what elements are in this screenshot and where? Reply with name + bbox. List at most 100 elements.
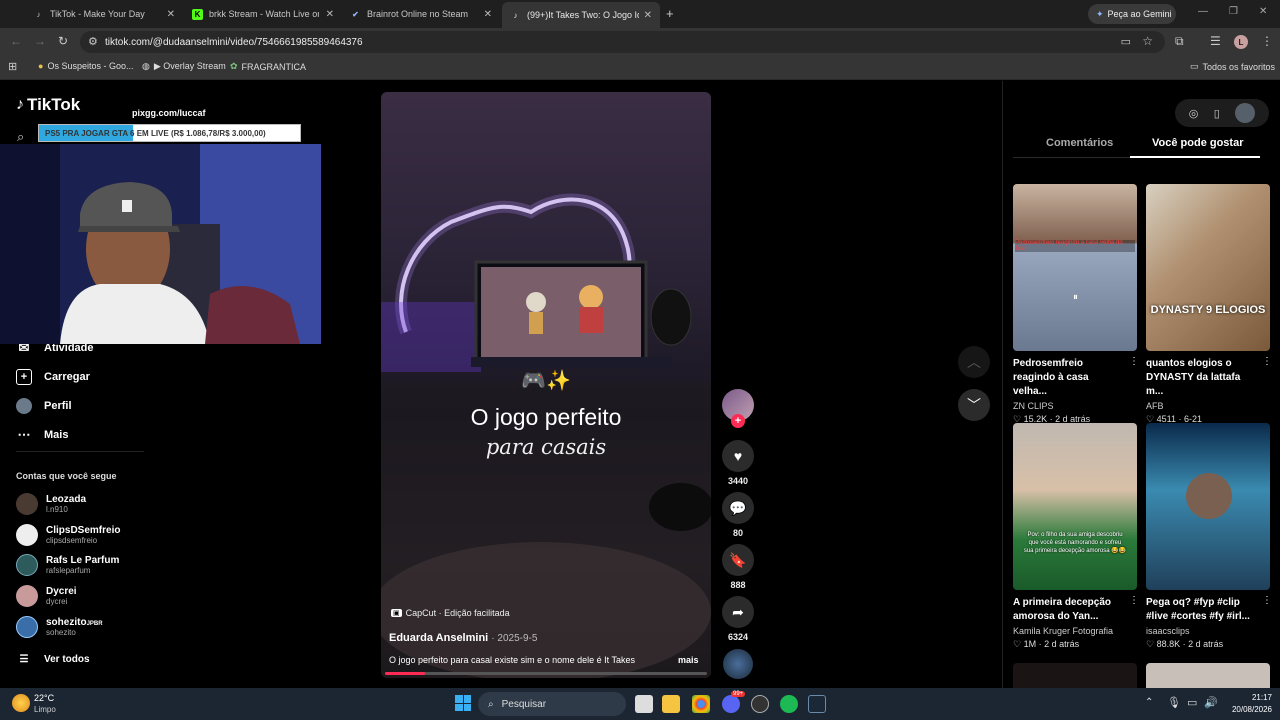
- weather-icon[interactable]: [12, 694, 30, 712]
- spotify-icon[interactable]: [780, 695, 798, 713]
- close-tab-icon[interactable]: ✕: [326, 9, 334, 20]
- browser-tab-kick[interactable]: K brkk Stream - Watch Live on Ki ✕: [184, 4, 342, 24]
- maximize-button[interactable]: ❐: [1229, 6, 1238, 17]
- forward-icon[interactable]: →: [34, 34, 46, 48]
- card-thumbnail-partial[interactable]: [1013, 663, 1137, 688]
- following-item[interactable]: Leozada l.n910: [16, 493, 86, 515]
- sidebar-item-mais[interactable]: ⋯ Mais: [16, 427, 69, 443]
- tray-chevron-icon[interactable]: ⌃: [1145, 697, 1153, 708]
- profile-avatar[interactable]: L: [1234, 35, 1248, 49]
- close-tab-icon[interactable]: ✕: [167, 9, 175, 20]
- profile-icon: [16, 398, 32, 414]
- steam-icon[interactable]: [808, 695, 826, 713]
- recommendation-card[interactable]: Pega oq? #fyp #clip #live #cortes #fy #i…: [1146, 423, 1272, 650]
- share-icon[interactable]: ➦: [722, 596, 754, 628]
- more-button[interactable]: mais: [678, 655, 699, 665]
- site-info-icon[interactable]: ⚙: [88, 35, 98, 48]
- sidebar-item-label: Carregar: [44, 371, 90, 383]
- browser-tab-steam[interactable]: ✔ Brainrot Online no Steam ✕: [342, 4, 500, 24]
- task-view-icon[interactable]: [635, 695, 653, 713]
- following-item[interactable]: Rafs Le Parfum rafsleparfum: [16, 554, 119, 576]
- share-action[interactable]: ➦ 6324: [722, 596, 754, 642]
- back-icon[interactable]: ←: [10, 34, 22, 48]
- card-menu-icon[interactable]: ⋮: [1262, 595, 1272, 606]
- recommendation-card[interactable]: Pedrosemfreio reagindo a casa velha do T…: [1013, 184, 1139, 425]
- user-avatar[interactable]: [1235, 103, 1256, 123]
- video-progress-bar[interactable]: [385, 672, 707, 675]
- discord-icon[interactable]: [722, 695, 740, 713]
- following-item[interactable]: sohezitoJPBR sohezito: [16, 616, 103, 638]
- globe-icon: ◍: [142, 61, 150, 71]
- close-window-button[interactable]: ✕: [1259, 6, 1267, 17]
- card-menu-icon[interactable]: ⋮: [1129, 595, 1139, 606]
- card-thumbnail[interactable]: Pov: o filho da sua amiga descobriu que …: [1013, 423, 1137, 590]
- tab-title: brkk Stream - Watch Live on Ki: [209, 9, 319, 19]
- new-tab-button[interactable]: +: [666, 6, 674, 21]
- card-thumbnail[interactable]: Pedrosemfreio reagindo a casa velha do T…: [1013, 184, 1137, 351]
- bookmark-suspeitos[interactable]: ● Os Suspeitos - Goo...: [38, 61, 133, 71]
- taskbar-search[interactable]: ⌕ Pesquisar: [478, 692, 626, 716]
- tab-comentarios[interactable]: Comentários: [1046, 137, 1113, 149]
- address-bar[interactable]: ⚙ tiktok.com/@dudaanselmini/video/754666…: [80, 31, 1165, 53]
- heart-icon[interactable]: ♥: [722, 440, 754, 472]
- network-icon[interactable]: ▭: [1187, 696, 1197, 709]
- card-thumbnail[interactable]: [1146, 423, 1270, 590]
- browser-tab-active[interactable]: ♪ (99+)It Takes Two: O Jogo Ideal ✕: [502, 2, 660, 28]
- sidebar-item-perfil[interactable]: Perfil: [16, 398, 72, 414]
- compass-icon[interactable]: ◎: [1189, 107, 1199, 120]
- following-name: Leozada: [46, 494, 87, 505]
- search-icon[interactable]: ⌕: [17, 129, 24, 145]
- video-author[interactable]: Eduarda Anselmini: [389, 632, 488, 644]
- comment-icon[interactable]: 💬: [722, 492, 754, 524]
- bookmark-label: FRAGRANTICA: [241, 61, 307, 72]
- save-action[interactable]: 🔖 888: [722, 544, 754, 590]
- following-item[interactable]: Dycrei dycrei: [16, 585, 77, 607]
- menu-icon[interactable]: ⋮: [1261, 34, 1273, 48]
- close-tab-icon[interactable]: ✕: [484, 9, 492, 20]
- extensions-icon[interactable]: ⧉: [1175, 34, 1184, 49]
- comment-action[interactable]: 💬 80: [722, 492, 754, 538]
- bookmark-icon[interactable]: 🔖: [722, 544, 754, 576]
- music-disc-icon[interactable]: [723, 649, 753, 679]
- card-menu-icon[interactable]: ⋮: [1262, 356, 1272, 367]
- card-thumbnail-partial[interactable]: [1146, 663, 1270, 688]
- follow-plus-icon[interactable]: +: [731, 414, 745, 428]
- chevron-down-icon[interactable]: ﹀: [958, 389, 990, 421]
- microphone-icon[interactable]: 🎙: [1167, 696, 1181, 709]
- bookmark-overlay[interactable]: ◍ ▶ Overlay Stream: [142, 61, 226, 72]
- browser-tab-tiktok[interactable]: ♪ TikTok - Make Your Day ✕: [25, 4, 183, 24]
- clock-time[interactable]: 21:17: [1226, 693, 1272, 702]
- chevron-up-icon[interactable]: ︿: [958, 346, 990, 378]
- tab-voce-pode-gostar[interactable]: Você pode gostar: [1152, 137, 1243, 149]
- obs-icon[interactable]: [751, 695, 769, 713]
- card-menu-icon[interactable]: ⋮: [1129, 356, 1139, 367]
- cast-icon[interactable]: ▭: [1121, 35, 1131, 48]
- all-bookmarks[interactable]: ▭ Todos os favoritos: [1190, 61, 1275, 72]
- capcut-tag[interactable]: ▣ CapCut · Edição facilitada: [391, 608, 510, 618]
- windows-start-icon[interactable]: [455, 695, 471, 711]
- bookmark-star-icon[interactable]: ☆: [1142, 34, 1153, 48]
- recommendation-card[interactable]: Pov: o filho da sua amiga descobriu que …: [1013, 423, 1139, 650]
- sidebar-item-carregar[interactable]: + Carregar: [16, 369, 90, 385]
- discord-badge: 99+: [731, 691, 746, 697]
- bookmark-fragrantica[interactable]: ✿ FRAGRANTICA: [230, 61, 306, 72]
- weather-temp[interactable]: 22°C: [34, 693, 54, 703]
- clock-date[interactable]: 20/08/2026: [1220, 705, 1272, 714]
- recommendation-card[interactable]: DYNASTY 9 ELOGIOS quantos elogios o DYNA…: [1146, 184, 1272, 425]
- card-thumbnail[interactable]: DYNASTY 9 ELOGIOS: [1146, 184, 1270, 351]
- following-item[interactable]: ClipsDSemfreio clipsdsemfreio: [16, 524, 120, 546]
- reading-list-icon[interactable]: ☰: [1210, 34, 1221, 48]
- see-all-button[interactable]: ☰ Ver todos: [16, 651, 90, 667]
- device-icon[interactable]: ▯: [1214, 107, 1220, 120]
- like-action[interactable]: ♥ 3440: [722, 440, 754, 486]
- apps-icon[interactable]: ⊞: [8, 60, 17, 73]
- file-explorer-icon[interactable]: [662, 695, 680, 713]
- chrome-icon[interactable]: [692, 695, 710, 713]
- close-tab-icon[interactable]: ✕: [644, 10, 652, 21]
- reload-icon[interactable]: ↻: [58, 34, 68, 48]
- volume-icon[interactable]: 🔊: [1204, 696, 1218, 709]
- tiktok-logo[interactable]: ♪ TikTok: [16, 95, 80, 115]
- gemini-button[interactable]: ✦ Peça ao Gemini: [1088, 4, 1176, 24]
- minimize-button[interactable]: —: [1198, 6, 1208, 17]
- video-player[interactable]: 🎮✨ O jogo perfeito para casais ▣ CapCut …: [381, 92, 711, 678]
